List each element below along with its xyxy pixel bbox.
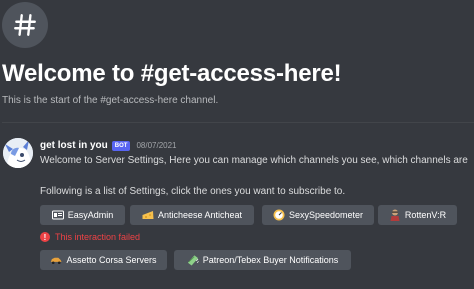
button-label: Anticheese Anticheat	[157, 210, 243, 220]
interaction-failed-text: This interaction failed	[55, 232, 141, 242]
welcome-title: Welcome to #get-access-here!	[2, 60, 342, 87]
button-label: Patreon/Tebex Buyer Notifications	[202, 255, 339, 265]
rottenvr-button[interactable]: RottenV:R	[378, 205, 457, 225]
channel-start-text: This is the start of the #get-access-her…	[2, 95, 219, 106]
button-label: Assetto Corsa Servers	[66, 255, 157, 265]
button-label: SexySpeedometer	[288, 210, 364, 220]
cheese-icon	[142, 209, 154, 221]
car-icon	[50, 254, 63, 266]
interaction-failed-notice: ! This interaction failed	[40, 232, 140, 242]
bot-avatar[interactable]	[3, 138, 33, 168]
bot-badge: BOT	[111, 140, 131, 151]
easyadmin-icon	[51, 209, 64, 221]
message-header: get lost in you BOT 08/07/2021	[40, 140, 177, 151]
button-label: RottenV:R	[404, 210, 447, 220]
message-timestamp: 08/07/2021	[136, 141, 177, 150]
sexyspeedometer-button[interactable]: SexySpeedometer	[262, 205, 374, 225]
message-username[interactable]: get lost in you	[40, 140, 108, 151]
patreon-tebex-buyer-notifications-button[interactable]: Patreon/Tebex Buyer Notifications	[174, 250, 351, 270]
error-icon: !	[40, 232, 50, 242]
assetto-corsa-servers-button[interactable]: Assetto Corsa Servers	[40, 250, 167, 270]
zombie-icon	[389, 209, 401, 221]
message-line-1: Welcome to Server Settings, Here you can…	[40, 155, 468, 166]
channel-hash-icon	[2, 2, 48, 48]
message-line-2: Following is a list of Settings, click t…	[40, 186, 346, 197]
easyadmin-button[interactable]: EasyAdmin	[40, 205, 125, 225]
divider	[2, 122, 474, 123]
button-label: EasyAdmin	[67, 210, 114, 220]
speedometer-icon	[273, 209, 285, 221]
money-icon	[187, 254, 199, 266]
anticheese-anticheat-button[interactable]: Anticheese Anticheat	[130, 205, 254, 225]
